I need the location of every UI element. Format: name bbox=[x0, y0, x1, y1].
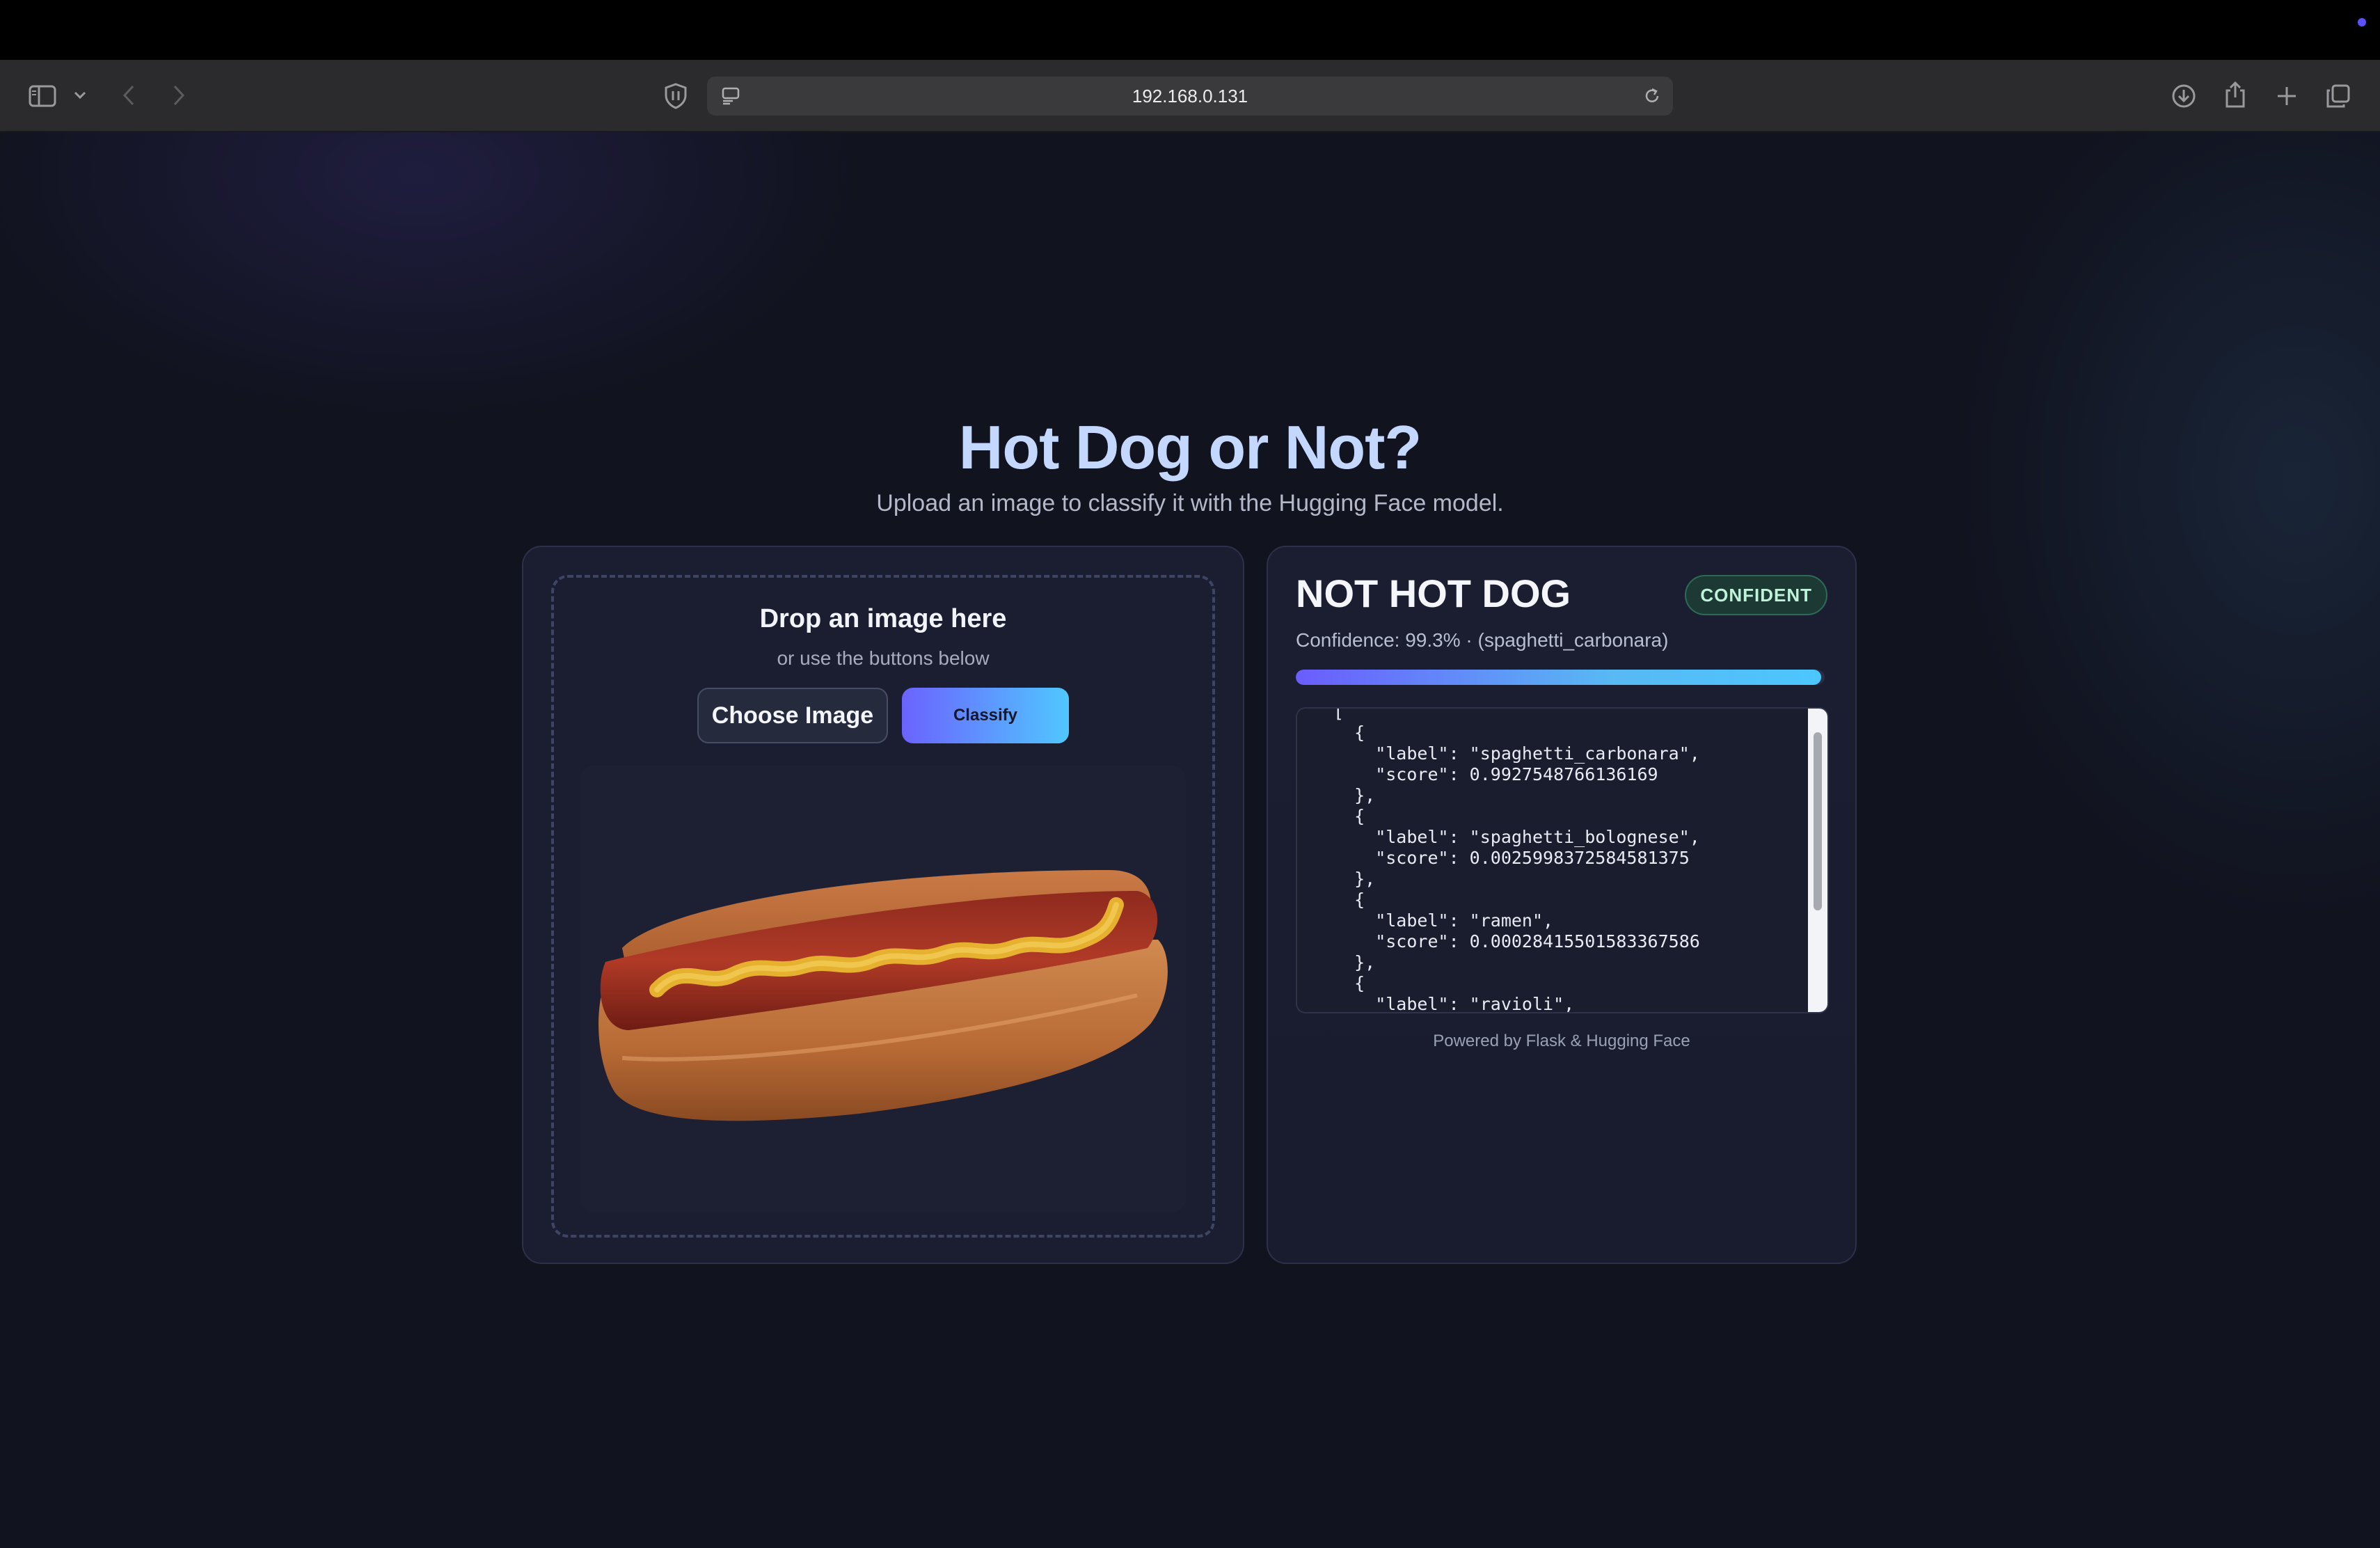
page-title: Hot Dog or Not? bbox=[958, 413, 1422, 482]
image-preview bbox=[580, 766, 1186, 1213]
dropzone-title: Drop an image here bbox=[759, 604, 1007, 633]
json-output-text: [ { "label": "spaghetti_carbonara", "sco… bbox=[1333, 707, 1700, 1013]
download-icon[interactable] bbox=[2170, 82, 2198, 110]
json-output[interactable]: [ { "label": "spaghetti_carbonara", "sco… bbox=[1296, 707, 1829, 1013]
confidence-bar bbox=[1296, 670, 1825, 685]
address-bar[interactable]: 192.168.0.131 bbox=[707, 77, 1673, 116]
dropzone-subtitle: or use the buttons below bbox=[777, 647, 990, 669]
forward-icon[interactable] bbox=[167, 82, 191, 109]
scrollbar-thumb[interactable] bbox=[1814, 732, 1822, 910]
image-dropzone[interactable]: Drop an image here or use the buttons be… bbox=[551, 575, 1215, 1238]
new-tab-icon[interactable] bbox=[2273, 82, 2301, 110]
browser-toolbar: 192.168.0.131 bbox=[0, 60, 2380, 132]
address-text: 192.168.0.131 bbox=[1132, 86, 1248, 106]
status-dot bbox=[2358, 18, 2366, 26]
back-icon[interactable] bbox=[117, 82, 141, 109]
share-icon[interactable] bbox=[2221, 79, 2249, 110]
footer-note: Powered by Flask & Hugging Face bbox=[1433, 1032, 1690, 1050]
chevron-down-icon[interactable] bbox=[71, 85, 89, 106]
tabs-overview-icon[interactable] bbox=[2324, 82, 2352, 110]
sidebar-icon[interactable] bbox=[26, 81, 58, 111]
os-menu-bar bbox=[0, 0, 2380, 60]
page: Hot Dog or Not? Upload an image to class… bbox=[0, 132, 2380, 1548]
status-badge: CONFIDENT bbox=[1685, 575, 1827, 615]
shield-icon[interactable] bbox=[661, 81, 690, 111]
confidence-bar-fill bbox=[1296, 670, 1821, 685]
reload-icon[interactable] bbox=[1641, 85, 1663, 107]
upload-card: Drop an image here or use the buttons be… bbox=[522, 546, 1244, 1264]
confidence-text: Confidence: 99.3% · (spaghetti_carbonara… bbox=[1296, 629, 1669, 651]
classify-button[interactable]: Classify bbox=[902, 688, 1069, 743]
page-subtitle: Upload an image to classify it with the … bbox=[876, 490, 1504, 516]
scrollbar-track[interactable] bbox=[1808, 709, 1827, 1012]
hot-dog-image bbox=[598, 870, 1168, 1121]
result-verdict: NOT HOT DOG bbox=[1296, 571, 1571, 615]
result-card: NOT HOT DOG CONFIDENT Confidence: 99.3% … bbox=[1267, 546, 1857, 1264]
choose-image-button[interactable]: Choose Image bbox=[697, 688, 888, 743]
